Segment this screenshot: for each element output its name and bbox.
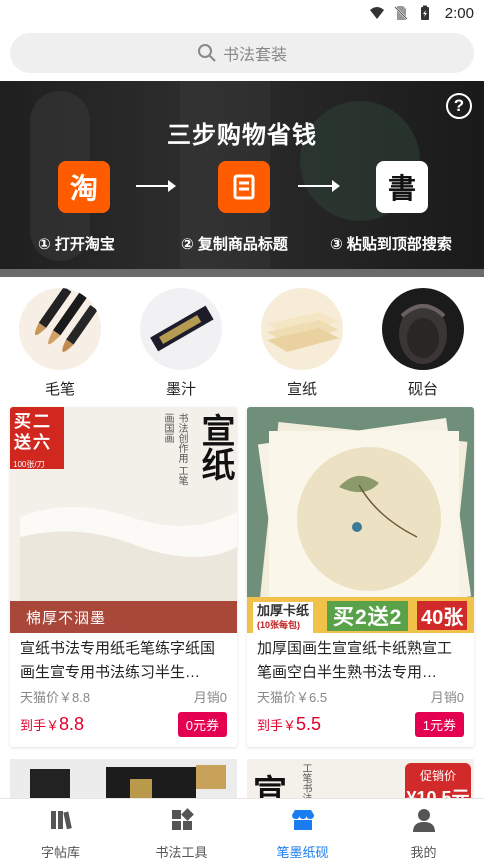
category-brush[interactable]: 毛笔 [18, 288, 102, 399]
category-label: 宣纸 [286, 381, 317, 398]
final-price: 到手￥5.5 [257, 714, 321, 735]
price-prefix: 到手￥ [257, 718, 297, 733]
product-card[interactable]: 买二送六 100张/刀 书法创作用 工笔画国画 宣纸 棉厚不洇墨 宣纸书法专用纸… [10, 407, 237, 747]
no-sim-icon [394, 6, 408, 20]
wifi-icon [369, 7, 384, 19]
category-ink[interactable]: 墨汁 [139, 288, 223, 399]
price-value: 5.5 [296, 714, 322, 734]
banner-title: 三步购物省钱 [167, 122, 317, 149]
category-inkstone[interactable]: 砚台 [381, 288, 465, 399]
tab-label: 字帖库 [40, 845, 80, 860]
books-icon [50, 811, 72, 830]
store-price: 天猫价￥8.8 [20, 690, 91, 705]
step-label: ③ 粘贴到顶部搜索 [330, 236, 452, 253]
product-title: 加厚国画生宣宣纸卡纸熟宣工笔画空白半生熟书法专用… [257, 640, 453, 681]
tab-me[interactable]: 我的 [363, 799, 484, 860]
category-label: 毛笔 [44, 381, 75, 398]
search-bar[interactable]: 书法套装 [10, 33, 474, 73]
taobao-icon: 淘 [58, 161, 110, 213]
product-title: 宣纸书法专用纸毛笔练字纸国画生宣专用书法练习半生… [20, 640, 216, 681]
final-price: 到手￥8.8 [20, 714, 84, 735]
category-label: 墨汁 [165, 381, 196, 398]
tab-label: 我的 [410, 845, 437, 860]
product-tag-main: 加厚卡纸 [257, 603, 310, 618]
category-label: 砚台 [407, 381, 438, 398]
product-badge: 买二送六 [14, 412, 52, 452]
inkstone-image [382, 288, 464, 370]
product-promo: 买2送2 [327, 601, 409, 631]
monthly-sales: 月销0 [193, 690, 227, 705]
store-price: 天猫价￥6.5 [257, 690, 328, 705]
battery-icon [420, 5, 429, 20]
shop-icon [291, 810, 314, 830]
status-time: 2:00 [444, 4, 474, 22]
product-tag: 加厚卡纸 (10张每包) [253, 602, 314, 633]
product-image: 加厚卡纸 (10张每包) 买2送2 40张 [247, 407, 474, 633]
brush-image [19, 288, 101, 370]
bottom-tab-bar: 字帖库 书法工具 笔墨纸砚 我的 [0, 798, 484, 860]
price-value: 8.8 [59, 714, 85, 734]
help-icon[interactable]: ? [446, 93, 472, 119]
price-prefix: 到手￥ [20, 718, 60, 733]
tab-copybook-library[interactable]: 字帖库 [0, 799, 121, 860]
product-big-text: 宣纸 [195, 413, 235, 481]
monthly-sales: 月销0 [430, 690, 464, 705]
tab-label: 书法工具 [155, 845, 208, 860]
product-slogan: 棉厚不洇墨 [26, 610, 107, 627]
product-image: 买二送六 100张/刀 书法创作用 工笔画国画 宣纸 棉厚不洇墨 [10, 407, 237, 633]
coupon-badge[interactable]: 1元券 [414, 712, 464, 737]
user-icon [412, 809, 435, 832]
arrow-right-icon [298, 180, 340, 192]
tab-label: 笔墨纸砚 [276, 845, 329, 860]
shu-calligraphy-icon: 書 [376, 161, 428, 213]
category-paper[interactable]: 宣纸 [260, 288, 344, 399]
promo-label: 促销价 [419, 769, 456, 783]
search-icon [197, 44, 216, 62]
product-badge-sub: 100张/刀 [13, 460, 45, 469]
banner-divider [0, 269, 484, 277]
step-label: ① 打开淘宝 [38, 236, 115, 253]
step-label: ② 复制商品标题 [181, 236, 288, 253]
tab-brush-ink-paper-stone[interactable]: 笔墨纸砚 [242, 799, 363, 860]
product-tag-sub: (10张每包) [257, 620, 301, 630]
paper-image [261, 288, 343, 370]
product-count: 40张 [417, 601, 468, 630]
copy-title-icon [218, 161, 270, 213]
promo-banner[interactable]: 三步购物省钱 ? 淘 書 ① 打开淘宝 ② 复制商品标题 ③ 粘贴到顶部搜索 [0, 81, 484, 277]
search-placeholder: 书法套装 [222, 47, 287, 64]
tools-grid-icon [171, 808, 194, 830]
coupon-badge[interactable]: 0元券 [177, 712, 227, 737]
status-bar: 2:00 [0, 0, 484, 26]
ink-stick-image [140, 288, 222, 370]
product-vertical-text: 书法创作用 工笔画国画 [162, 413, 187, 486]
product-card[interactable]: 加厚卡纸 (10张每包) 买2送2 40张 加厚国画生宣宣纸卡纸熟宣工笔画空白半… [247, 407, 474, 747]
arrow-right-icon [136, 180, 176, 192]
category-row: 毛笔 墨汁 宣纸 砚台 [0, 288, 484, 398]
tab-calligraphy-tools[interactable]: 书法工具 [121, 799, 242, 860]
